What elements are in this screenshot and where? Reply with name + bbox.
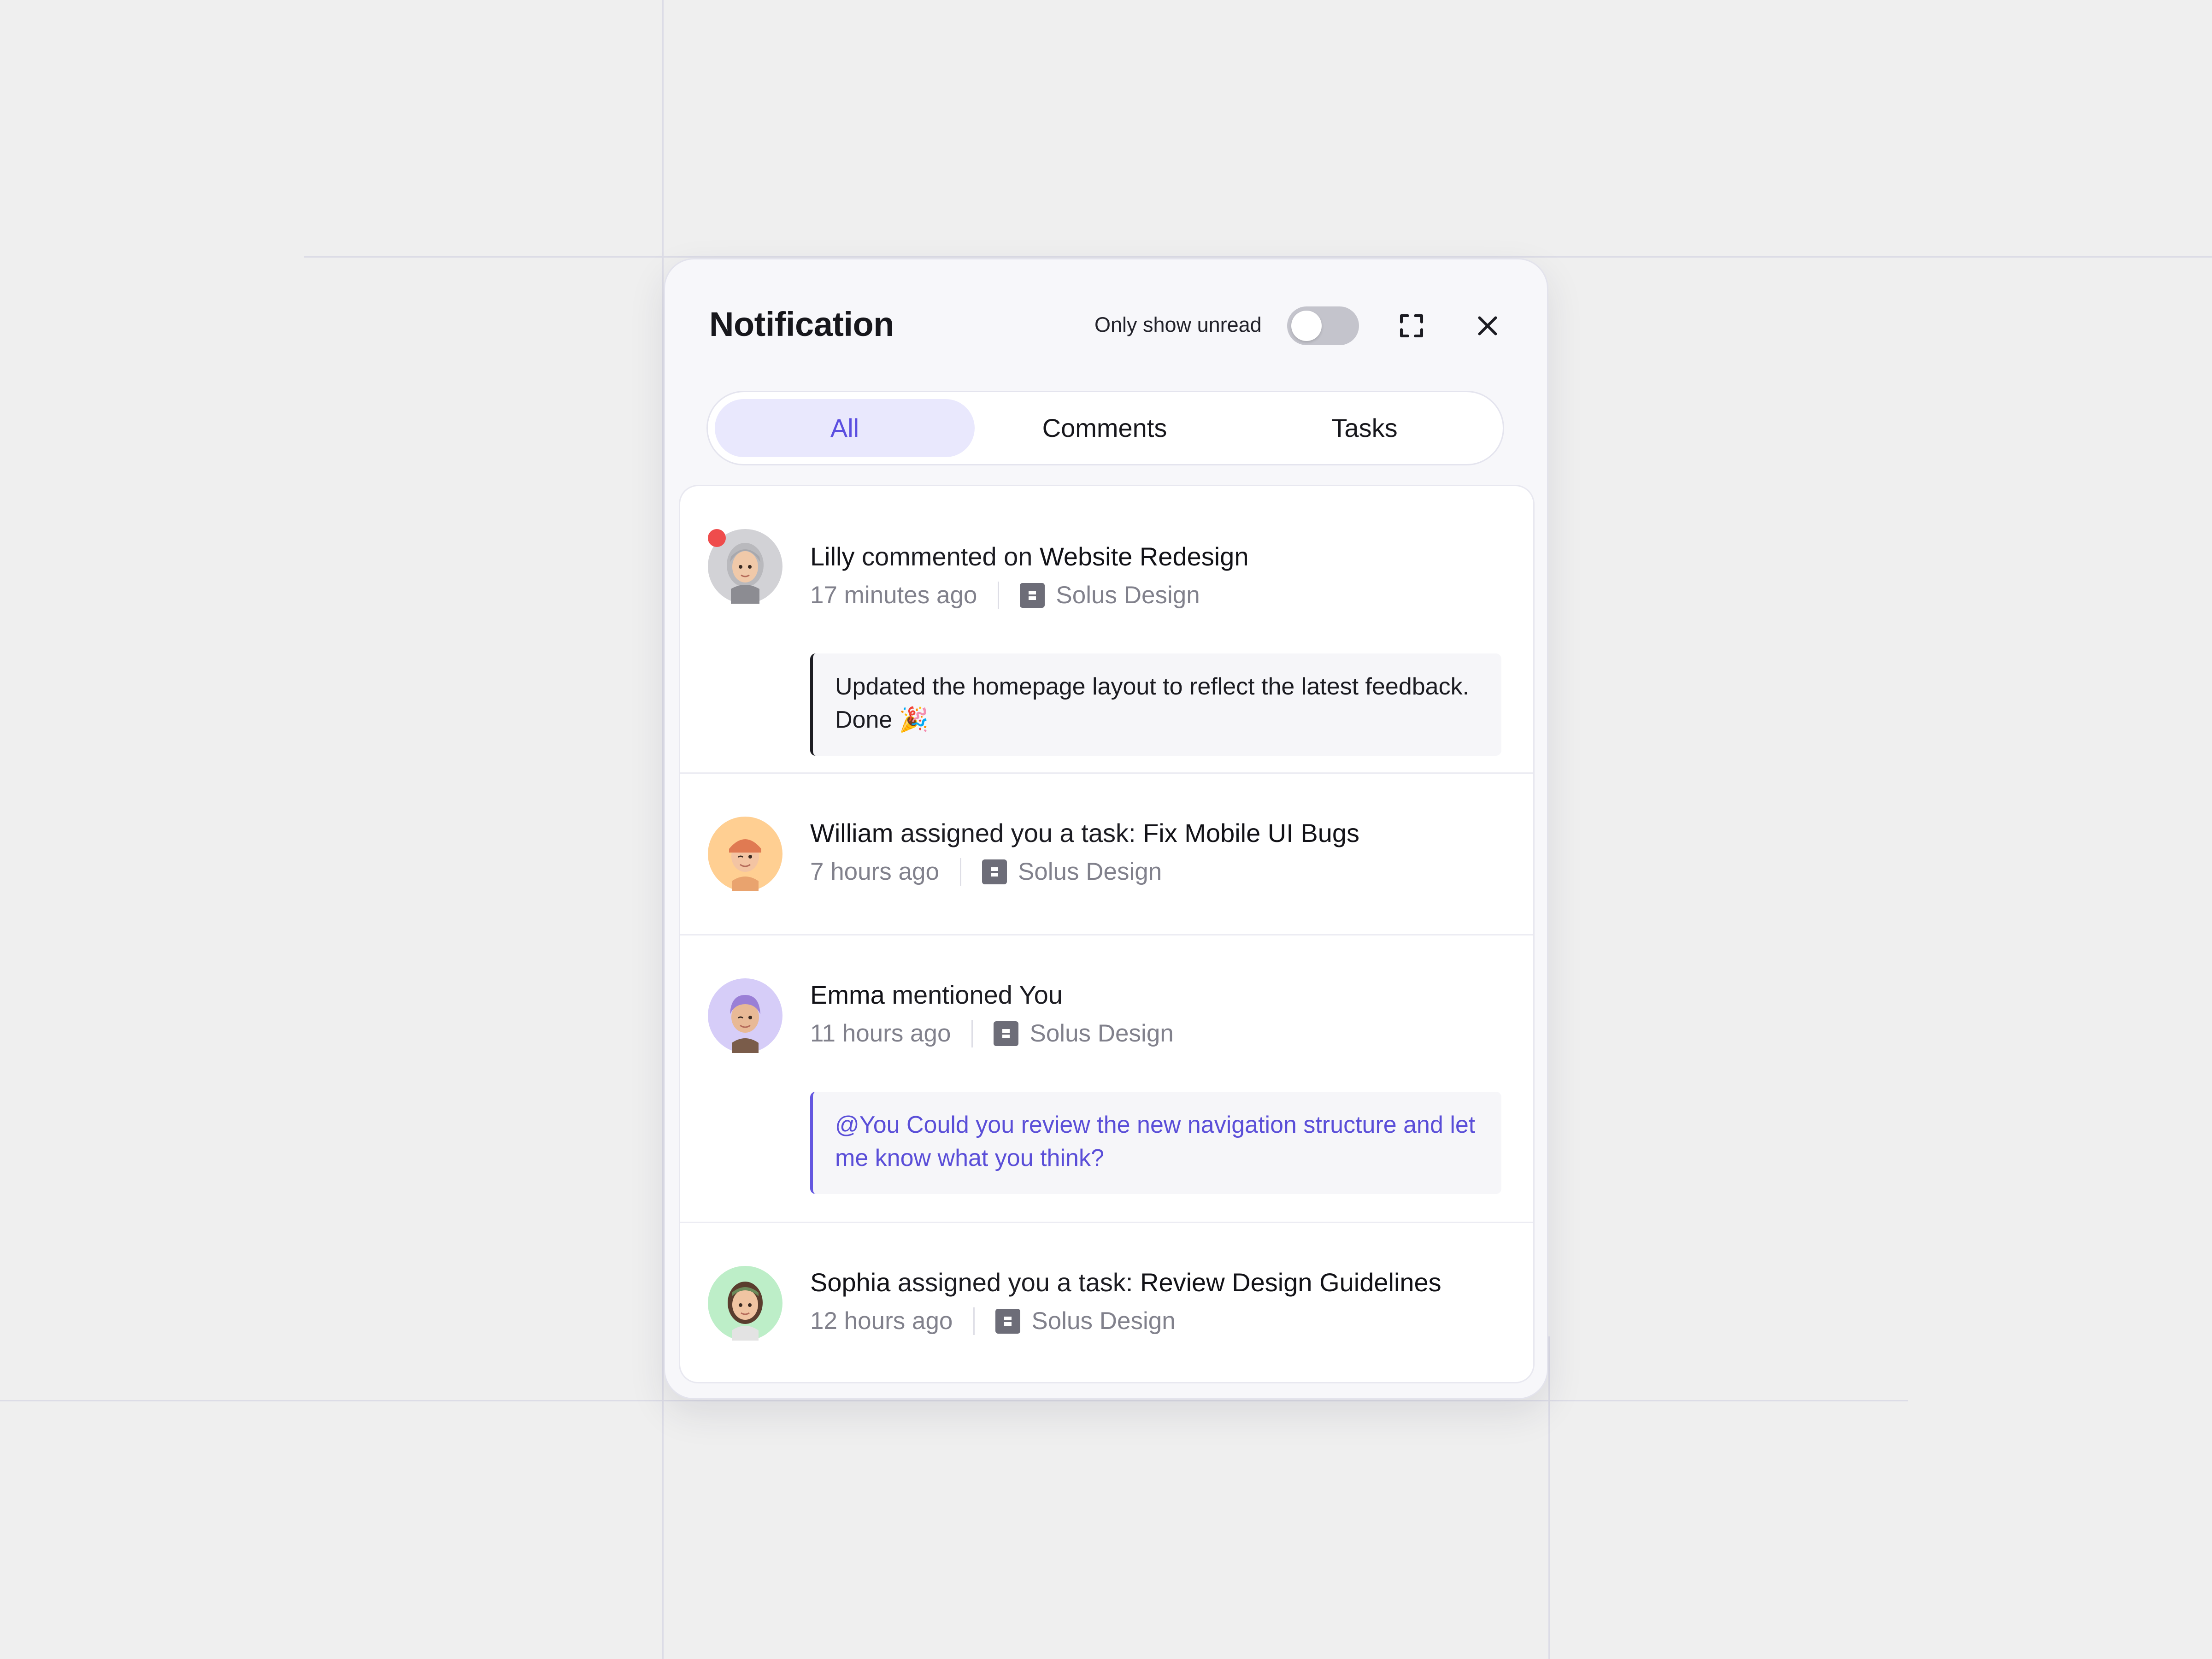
- workspace-logo-icon: [982, 859, 1007, 884]
- timestamp: 17 minutes ago: [810, 582, 977, 609]
- workspace-name[interactable]: Solus Design: [1018, 857, 1162, 887]
- workspace-logo-icon: [994, 1021, 1019, 1046]
- avatar-image: [730, 995, 760, 1053]
- avatar: [708, 1266, 782, 1341]
- tab-all[interactable]: All: [715, 399, 975, 457]
- unread-dot: [708, 529, 726, 547]
- panel-title: Notification: [709, 305, 894, 343]
- workspace-name[interactable]: Solus Design: [1030, 1018, 1173, 1049]
- timestamp: 12 hours ago: [810, 1307, 953, 1335]
- notification-list: Lilly commented on Website Redesign 17 m…: [679, 485, 1535, 1383]
- action-text: commented on: [854, 542, 1040, 571]
- avatar: [708, 978, 782, 1053]
- workspace-name[interactable]: Solus Design: [1056, 580, 1200, 611]
- notification-headline: Sophia assigned you a task: Review Desig…: [810, 1266, 1506, 1299]
- meta-divider: [959, 858, 961, 886]
- meta-divider: [973, 1307, 975, 1335]
- only-unread-toggle[interactable]: [1287, 306, 1359, 345]
- action-text: mentioned: [884, 980, 1019, 1009]
- target-name[interactable]: Website Redesign: [1040, 542, 1248, 571]
- close-button[interactable]: [1467, 305, 1508, 347]
- action-text: assigned you a task:: [893, 818, 1143, 847]
- tab-comments[interactable]: Comments: [975, 399, 1235, 457]
- filter-tabs: All Comments Tasks: [706, 391, 1504, 465]
- meta-divider: [971, 1020, 973, 1047]
- notification-item[interactable]: Emma mentioned You 11 hours ago Solus De…: [680, 935, 1533, 1223]
- tab-tasks[interactable]: Tasks: [1235, 399, 1494, 457]
- fullscreen-icon: [1400, 314, 1424, 338]
- avatar-image: [728, 1282, 763, 1341]
- guide-line: [304, 256, 2212, 258]
- target-name[interactable]: Fix Mobile UI Bugs: [1143, 818, 1359, 847]
- meta-divider: [998, 582, 1000, 609]
- expand-button[interactable]: [1391, 305, 1432, 347]
- timestamp: 11 hours ago: [810, 1020, 951, 1047]
- actor-name: Sophia: [810, 1268, 891, 1297]
- only-unread-label: Only show unread: [1094, 313, 1262, 336]
- notification-panel: Notification Only show unread All Commen…: [664, 258, 1548, 1400]
- notification-item[interactable]: Lilly commented on Website Redesign 17 m…: [680, 486, 1533, 774]
- mention-quote: @You Could you review the new navigation…: [810, 1092, 1501, 1194]
- notification-meta: 17 minutes ago Solus Design: [810, 580, 1200, 611]
- notification-headline: William assigned you a task: Fix Mobile …: [810, 817, 1506, 850]
- avatar: [708, 817, 782, 891]
- workspace-name[interactable]: Solus Design: [1031, 1306, 1175, 1336]
- action-text: assigned you a task:: [890, 1268, 1141, 1297]
- workspace-logo-icon: [1020, 583, 1045, 608]
- toggle-knob: [1291, 311, 1322, 341]
- comment-quote: Updated the homepage layout to reflect t…: [810, 653, 1501, 756]
- actor-name: William: [810, 818, 894, 847]
- target-name[interactable]: Review Design Guidelines: [1140, 1268, 1441, 1297]
- notification-headline: Emma mentioned You: [810, 978, 1506, 1012]
- avatar-image: [729, 839, 761, 891]
- actor-name: Emma: [810, 980, 885, 1009]
- close-icon: [1478, 316, 1497, 335]
- notification-meta: 7 hours ago Solus Design: [810, 857, 1162, 887]
- timestamp: 7 hours ago: [810, 858, 939, 885]
- notification-meta: 11 hours ago Solus Design: [810, 1018, 1174, 1049]
- guide-line: [0, 1400, 1908, 1401]
- notification-headline: Lilly commented on Website Redesign: [810, 540, 1506, 573]
- workspace-logo-icon: [995, 1309, 1021, 1334]
- actor-name: Lilly: [810, 542, 855, 571]
- notification-item[interactable]: William assigned you a task: Fix Mobile …: [680, 774, 1533, 935]
- notification-item[interactable]: Sophia assigned you a task: Review Desig…: [680, 1223, 1533, 1382]
- notification-meta: 12 hours ago Solus Design: [810, 1306, 1176, 1336]
- guide-line: [1548, 1336, 1550, 1659]
- target-name: You: [1019, 980, 1063, 1009]
